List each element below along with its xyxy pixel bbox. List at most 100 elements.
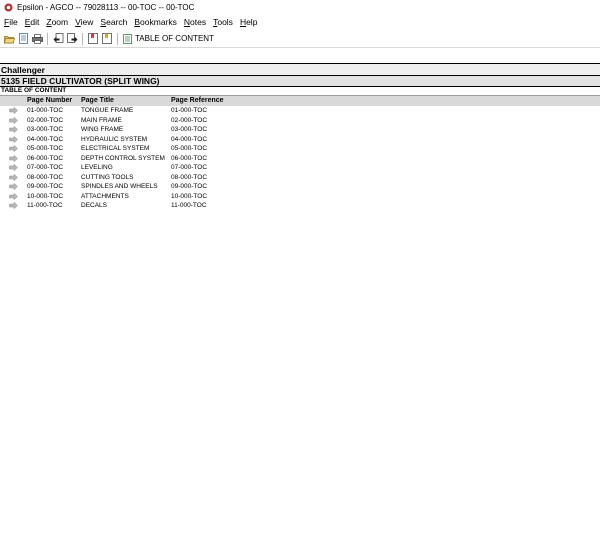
menu-bookmarks[interactable]: Bookmarks: [134, 17, 177, 27]
page-title-cell[interactable]: WING FRAME: [81, 125, 171, 135]
bookmark-add-icon[interactable]: [87, 33, 99, 45]
page-title-cell[interactable]: LEVELING: [81, 163, 171, 173]
menu-search[interactable]: Search: [100, 17, 127, 27]
page-number-cell[interactable]: 10-000-TOC: [27, 192, 81, 202]
menu-zoom[interactable]: Zoom: [46, 17, 68, 27]
arrow-right-icon[interactable]: [0, 144, 27, 154]
bookmark-icon[interactable]: [101, 33, 113, 45]
toc-row[interactable]: 09-000-TOC SPINDLES AND WHEELS 09-000-TOC: [0, 182, 600, 192]
menu-label-rest: ookmarks: [140, 17, 177, 27]
arrow-right-icon[interactable]: [0, 173, 27, 183]
menu-label-rest: earch: [106, 17, 128, 27]
page-reference-cell[interactable]: 07-000-TOC: [171, 163, 291, 173]
document-view: Challenger 5135 FIELD CULTIVATOR (SPLIT …: [0, 63, 600, 211]
window-titlebar: Epsilon - AGCO -- 79028113 -- 00-TOC -- …: [0, 0, 600, 14]
page-title-cell[interactable]: ELECTRICAL SYSTEM: [81, 144, 171, 154]
page-reference-cell[interactable]: 01-000-TOC: [171, 106, 291, 116]
page-number-cell[interactable]: 04-000-TOC: [27, 135, 81, 145]
page-reference-cell[interactable]: 09-000-TOC: [171, 182, 291, 192]
arrow-right-icon[interactable]: [0, 135, 27, 145]
print-icon[interactable]: [31, 33, 43, 45]
page-title-cell[interactable]: DEPTH CONTROL SYSTEM: [81, 154, 171, 164]
menu-label-rest: ools: [217, 17, 233, 27]
column-page-number: Page Number: [27, 97, 73, 104]
document-icon[interactable]: [17, 33, 29, 45]
arrow-right-icon[interactable]: [0, 116, 27, 126]
page-reference-cell[interactable]: 08-000-TOC: [171, 173, 291, 183]
column-page-title: Page Title: [81, 97, 114, 104]
toc-row[interactable]: 06-000-TOC DEPTH CONTROL SYSTEM 06-000-TOC: [0, 154, 600, 164]
brand-heading: Challenger: [0, 63, 600, 75]
menu-label-rest: oom: [51, 17, 69, 27]
menu-view[interactable]: View: [75, 17, 93, 27]
menu-help[interactable]: Help: [240, 17, 257, 27]
forward-icon[interactable]: [66, 33, 78, 45]
arrow-right-icon[interactable]: [0, 182, 27, 192]
column-page-reference: Page Reference: [171, 97, 224, 104]
arrow-right-icon[interactable]: [0, 201, 27, 211]
arrow-right-icon[interactable]: [0, 106, 27, 116]
page-number-cell[interactable]: 11-000-TOC: [27, 201, 81, 211]
page-reference-cell[interactable]: 05-000-TOC: [171, 144, 291, 154]
page-reference-cell[interactable]: 10-000-TOC: [171, 192, 291, 202]
page-number-cell[interactable]: 09-000-TOC: [27, 182, 81, 192]
menu-label-rest: dit: [30, 17, 40, 27]
back-icon[interactable]: [52, 33, 64, 45]
menu-tools[interactable]: Tools: [213, 17, 233, 27]
section-heading: TABLE OF CONTENT: [0, 87, 600, 95]
menu-file[interactable]: File: [4, 17, 18, 27]
toc-row[interactable]: 03-000-TOC WING FRAME 03-000-TOC: [0, 125, 600, 135]
toc-table-body: 01-000-TOC TONGUE FRAME 01-000-TOC 02-000-T…: [0, 106, 600, 211]
arrow-right-icon[interactable]: [0, 163, 27, 173]
page-number-cell[interactable]: 08-000-TOC: [27, 173, 81, 183]
page-number-cell[interactable]: 01-000-TOC: [27, 106, 81, 116]
toc-row[interactable]: 01-000-TOC TONGUE FRAME 01-000-TOC: [0, 106, 600, 116]
toc-row[interactable]: 02-000-TOC MAIN FRAME 02-000-TOC: [0, 116, 600, 126]
page-reference-cell[interactable]: 11-000-TOC: [171, 201, 291, 211]
page-title-cell[interactable]: ATTACHMENTS: [81, 192, 171, 202]
open-folder-icon[interactable]: [3, 33, 15, 45]
page-number-cell[interactable]: 07-000-TOC: [27, 163, 81, 173]
page-title-cell[interactable]: TONGUE FRAME: [81, 106, 171, 116]
page-number-cell[interactable]: 06-000-TOC: [27, 154, 81, 164]
toc-row[interactable]: 07-000-TOC LEVELING 07-000-TOC: [0, 163, 600, 173]
page-reference-cell[interactable]: 02-000-TOC: [171, 116, 291, 126]
toolbar-separator: [47, 32, 48, 45]
table-of-content-button[interactable]: TABLE OF CONTENT: [123, 33, 214, 44]
arrow-right-icon[interactable]: [0, 192, 27, 202]
page-reference-cell[interactable]: 03-000-TOC: [171, 125, 291, 135]
toolbar-separator: [82, 32, 83, 45]
menu-label-rest: otes: [190, 17, 207, 27]
model-heading: 5135 FIELD CULTIVATOR (SPLIT WING): [0, 75, 600, 87]
header-icon-spacer: [0, 96, 27, 106]
toc-row[interactable]: 10-000-TOC ATTACHMENTS 10-000-TOC: [0, 192, 600, 202]
window-title: Epsilon - AGCO -- 79028113 -- 00-TOC -- …: [17, 2, 195, 12]
menu-edit[interactable]: Edit: [25, 17, 40, 27]
table-header: Page Number Page Title Page Reference: [0, 95, 600, 106]
toc-row[interactable]: 08-000-TOC CUTTING TOOLS 08-000-TOC: [0, 173, 600, 183]
page-number-cell[interactable]: 05-000-TOC: [27, 144, 81, 154]
menu-label-rest: elp: [246, 17, 258, 27]
arrow-right-icon[interactable]: [0, 154, 27, 164]
toc-row[interactable]: 11-000-TOC DECALS 11-000-TOC: [0, 201, 600, 211]
page-title-cell[interactable]: MAIN FRAME: [81, 116, 171, 126]
arrow-right-icon[interactable]: [0, 125, 27, 135]
page-number-cell[interactable]: 03-000-TOC: [27, 125, 81, 135]
toc-button-label: TABLE OF CONTENT: [135, 34, 214, 43]
menu-label-rest: ile: [9, 17, 18, 27]
app-icon: [4, 3, 13, 12]
page-title-cell[interactable]: CUTTING TOOLS: [81, 173, 171, 183]
toolbar: TABLE OF CONTENT: [0, 30, 600, 48]
toc-row[interactable]: 04-000-TOC HYDRAULIC SYSTEM 04-000-TOC: [0, 135, 600, 145]
toolbar-separator: [117, 32, 118, 45]
page-number-cell[interactable]: 02-000-TOC: [27, 116, 81, 126]
page-title-cell[interactable]: HYDRAULIC SYSTEM: [81, 135, 171, 145]
page-title-cell[interactable]: SPINDLES AND WHEELS: [81, 182, 171, 192]
menu-notes[interactable]: Notes: [184, 17, 206, 27]
page-title-cell[interactable]: DECALS: [81, 201, 171, 211]
menu-bar: File Edit Zoom View Search Bookmarks Notes Tool…: [0, 14, 600, 30]
page-reference-cell[interactable]: 04-000-TOC: [171, 135, 291, 145]
toc-row[interactable]: 05-000-TOC ELECTRICAL SYSTEM 05-000-TOC: [0, 144, 600, 154]
menu-label-rest: iew: [80, 17, 94, 27]
page-reference-cell[interactable]: 06-000-TOC: [171, 154, 291, 164]
